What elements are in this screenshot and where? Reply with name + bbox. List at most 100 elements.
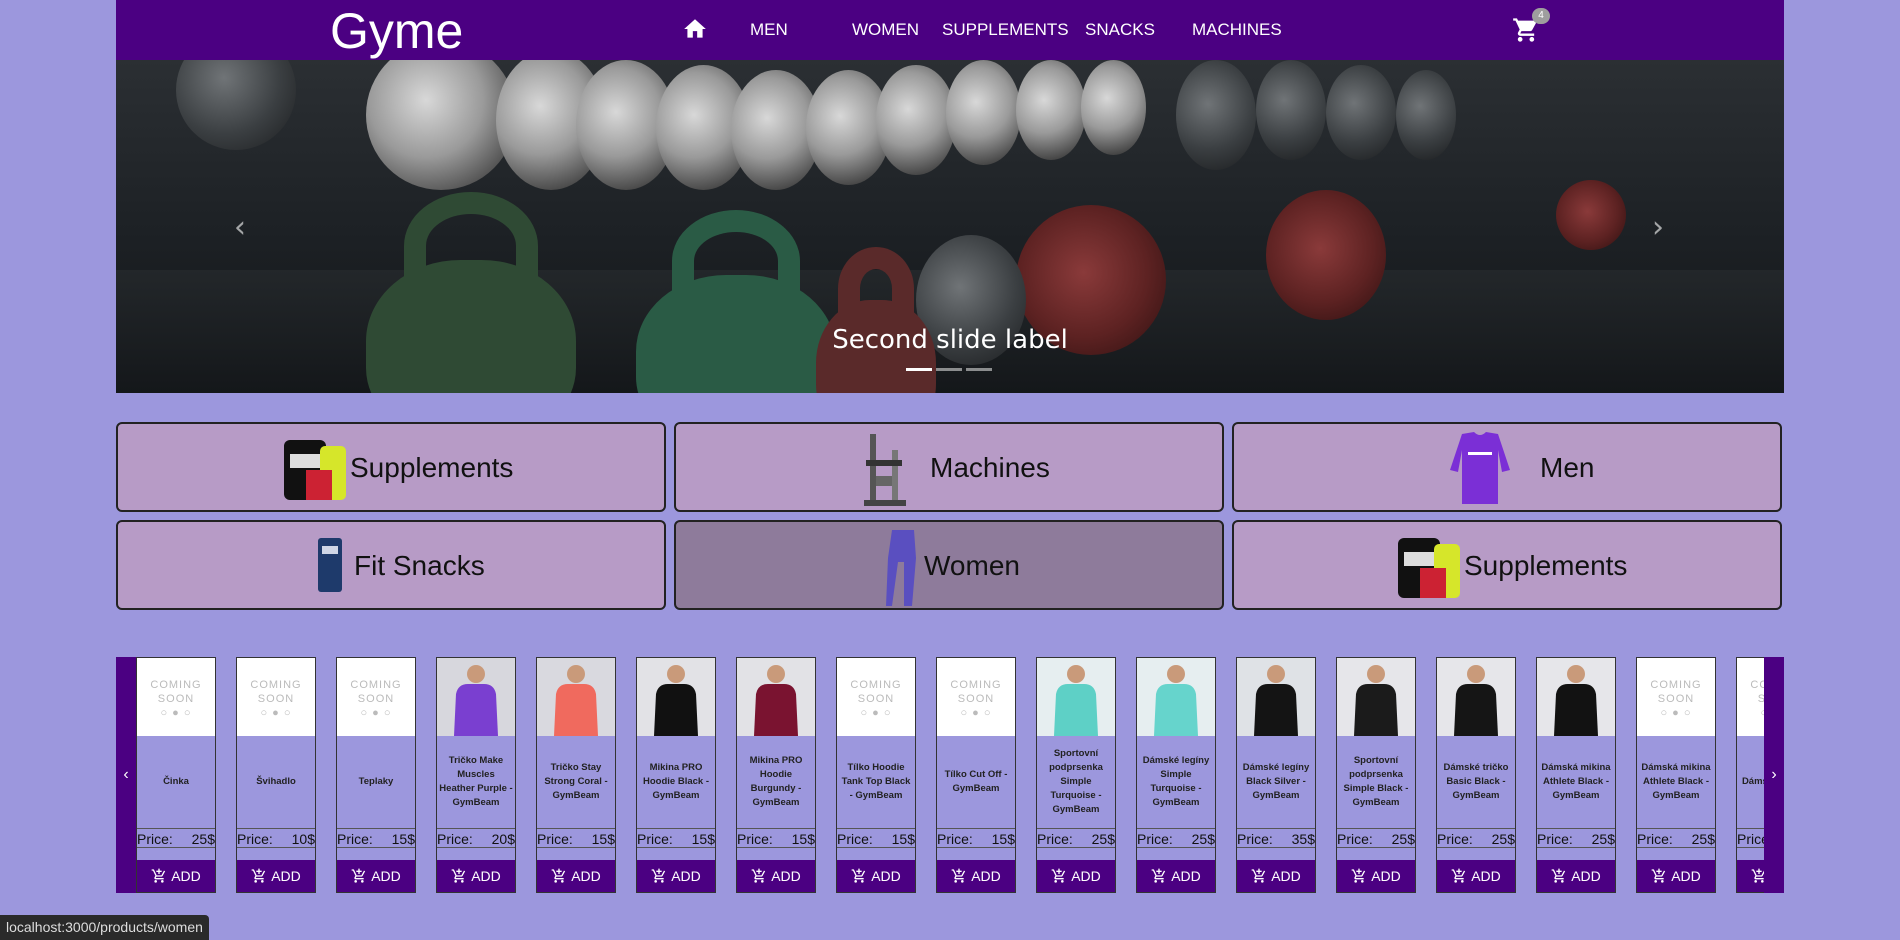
add-label: ADD	[1471, 868, 1501, 884]
add-label: ADD	[171, 868, 201, 884]
add-label: ADD	[1071, 868, 1101, 884]
model-image	[1454, 665, 1498, 736]
add-cart-icon	[351, 868, 366, 883]
product-name: Dámská mikina Athlete Black - GymBeam	[1641, 762, 1711, 801]
price-label: Price:	[237, 831, 273, 847]
add-to-cart-button[interactable]: ADD	[1337, 860, 1415, 892]
price-value: 25$	[1591, 831, 1615, 847]
carousel-next-icon[interactable]: ›	[1652, 210, 1664, 245]
nav-link-women[interactable]: WOMEN	[852, 20, 919, 40]
add-label: ADD	[971, 868, 1001, 884]
product-name: Švihadlo	[256, 776, 296, 787]
product-image[interactable]	[1037, 658, 1115, 736]
product-image[interactable]	[1137, 658, 1215, 736]
add-to-cart-button[interactable]: ADD	[1037, 860, 1115, 892]
nav-link-machines[interactable]: MACHINES	[1192, 20, 1282, 40]
add-to-cart-button[interactable]: ADD	[437, 860, 515, 892]
add-to-cart-button[interactable]: ADD	[1237, 860, 1315, 892]
product-image[interactable]: COMINGSOON○ ● ○	[937, 658, 1015, 736]
product-price-row: Price: 20$	[437, 828, 515, 848]
model-image	[1254, 665, 1298, 736]
category-card-women[interactable]: Women	[674, 520, 1224, 610]
price-value: 10$	[291, 831, 315, 847]
add-cart-icon	[1651, 868, 1666, 883]
product-card: Mikina PRO Hoodie Burgundy - GymBeam Pric…	[736, 657, 816, 893]
product-name: Mikina PRO Hoodie Burgundy - GymBeam	[749, 755, 803, 808]
product-image[interactable]	[1437, 658, 1515, 736]
home-icon[interactable]	[682, 16, 708, 42]
product-name: Mikina PRO Hoodie Black - GymBeam	[643, 762, 709, 801]
model-image	[654, 665, 698, 736]
add-cart-icon	[851, 868, 866, 883]
price-label: Price:	[337, 831, 373, 847]
product-image[interactable]: COMINGSOON○ ● ○	[337, 658, 415, 736]
price-value: 15$	[791, 831, 815, 847]
add-to-cart-button[interactable]: ADD	[1137, 860, 1215, 892]
add-to-cart-button[interactable]: ADD	[937, 860, 1015, 892]
product-image[interactable]	[537, 658, 615, 736]
product-card: Sportovní podprsenka Simple Turquoise - …	[1036, 657, 1116, 893]
add-to-cart-button[interactable]: ADD	[1437, 860, 1515, 892]
price-label: Price:	[1237, 831, 1273, 847]
product-price-row: Price: 15$	[537, 828, 615, 848]
product-name: Tričko Make Muscles Heather Purple - Gym…	[439, 755, 513, 808]
strip-prev-icon[interactable]: ‹	[116, 657, 136, 893]
add-to-cart-button[interactable]: ADD	[237, 860, 315, 892]
coming-soon-placeholder: COMINGSOON○ ● ○	[850, 679, 902, 719]
category-card-supplements[interactable]: Supplements	[116, 422, 666, 512]
model-image	[1054, 665, 1098, 736]
add-to-cart-button[interactable]: ADD	[1637, 860, 1715, 892]
add-cart-icon	[1151, 868, 1166, 883]
category-label: Machines	[930, 452, 1050, 483]
add-label: ADD	[1371, 868, 1401, 884]
add-to-cart-button[interactable]: ADD	[837, 860, 915, 892]
carousel-prev-icon[interactable]: ‹	[234, 210, 246, 245]
nav-link-snacks[interactable]: SNACKS	[1085, 20, 1155, 40]
add-to-cart-button[interactable]: ADD	[337, 860, 415, 892]
product-image[interactable]	[1237, 658, 1315, 736]
product-image[interactable]: COMINGSOON○ ● ○	[237, 658, 315, 736]
model-image	[754, 665, 798, 736]
category-card-fit-snacks[interactable]: Fit Snacks	[116, 520, 666, 610]
product-name: Dámské legíny Simple Turquoise - GymBeam	[1142, 755, 1210, 808]
add-to-cart-button[interactable]: ADD	[537, 860, 615, 892]
carousel-indicator[interactable]	[966, 368, 992, 371]
product-image[interactable]	[637, 658, 715, 736]
product-image[interactable]: COMINGSOON○ ● ○	[837, 658, 915, 736]
add-to-cart-button[interactable]: ADD	[1537, 860, 1615, 892]
price-label: Price:	[1537, 831, 1573, 847]
category-label: Supplements	[350, 452, 514, 483]
product-card: Dámské legíny Black Silver - GymBeam Pric…	[1236, 657, 1316, 893]
nav-link-men[interactable]: MEN	[750, 20, 788, 40]
category-card-supplements-2[interactable]: Supplements	[1232, 520, 1782, 610]
category-card-men[interactable]: Men	[1232, 422, 1782, 512]
add-to-cart-button[interactable]: ADD	[137, 860, 215, 892]
product-image[interactable]: COMINGSOON○ ● ○	[1637, 658, 1715, 736]
category-label: Supplements	[1464, 550, 1628, 581]
carousel-indicator[interactable]	[906, 368, 932, 371]
product-price-row: Price: 25$	[1537, 828, 1615, 848]
brand-logo[interactable]: Gyme	[330, 2, 463, 60]
strip-next-icon[interactable]: ›	[1764, 657, 1784, 893]
product-card: COMING SOON ○ ● ○ Teplaky Price: 15$ ADD	[336, 657, 416, 893]
add-cart-icon	[251, 868, 266, 883]
nav-link-supplements[interactable]: SUPPLEMENTS	[942, 20, 1069, 40]
product-image[interactable]	[1537, 658, 1615, 736]
product-name: Sportovní podprsenka Simple Turquoise - …	[1049, 748, 1103, 815]
add-to-cart-button[interactable]: ADD	[737, 860, 815, 892]
coming-soon-placeholder: COMINGSOON○ ● ○	[250, 679, 302, 719]
price-value: 15$	[591, 831, 615, 847]
coming-soon-placeholder: COMINGSOON○ ● ○	[1650, 679, 1702, 719]
product-price-row: Price: 25$	[1037, 828, 1115, 848]
product-image[interactable]	[437, 658, 515, 736]
model-image	[1154, 665, 1198, 736]
carousel-indicator[interactable]	[936, 368, 962, 371]
product-name: Tílko Cut Off - GymBeam	[944, 769, 1008, 794]
supplements-image	[1398, 538, 1460, 598]
product-image[interactable]	[737, 658, 815, 736]
product-image[interactable]	[1337, 658, 1415, 736]
add-to-cart-button[interactable]: ADD	[637, 860, 715, 892]
category-card-machines[interactable]: Machines	[674, 422, 1224, 512]
add-cart-icon	[1251, 868, 1266, 883]
product-image[interactable]: COMINGSOON○ ● ○	[137, 658, 215, 736]
